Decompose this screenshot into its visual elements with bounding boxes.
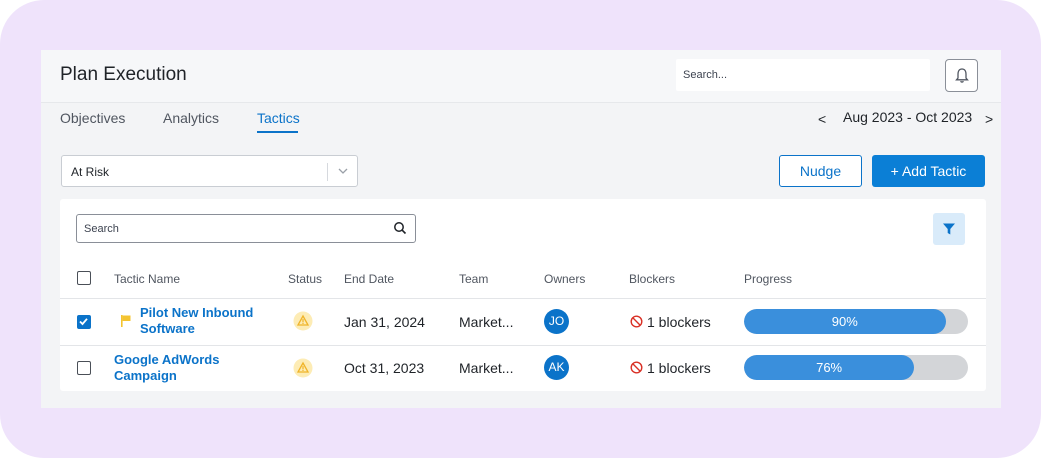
progress-label: 90% (831, 314, 858, 329)
column-header-progress[interactable]: Progress (744, 272, 792, 286)
funnel-icon (943, 223, 955, 235)
team-cell: Market... (459, 360, 514, 376)
row-divider (60, 345, 986, 346)
column-header-end-date[interactable]: End Date (344, 272, 394, 286)
tactic-name-line2: Software (140, 321, 195, 336)
blockers-cell[interactable]: 1 blockers (647, 360, 711, 376)
progress-bar: 90% (744, 309, 968, 334)
avatar[interactable]: AK (544, 355, 569, 380)
page-header: Plan Execution Search... (41, 50, 1001, 102)
checkmark-icon (79, 318, 88, 326)
bell-icon (954, 68, 969, 83)
progress-label: 76% (816, 360, 843, 375)
end-date-cell: Jan 31, 2024 (344, 314, 425, 330)
warning-icon (293, 311, 313, 331)
select-all-checkbox[interactable] (77, 271, 91, 285)
tactic-name-link[interactable]: Google AdWords Campaign (114, 352, 219, 384)
blockers-cell[interactable]: 1 blockers (647, 314, 711, 330)
end-date-cell: Oct 31, 2023 (344, 360, 425, 376)
column-header-status[interactable]: Status (288, 272, 322, 286)
next-period-button[interactable]: > (985, 111, 993, 127)
add-tactic-button[interactable]: + Add Tactic (872, 155, 985, 187)
select-divider (327, 163, 328, 181)
tactics-table-card: Search Tactic Name Status End Date Team … (60, 199, 986, 391)
warning-icon (293, 358, 313, 378)
tactic-name-line2: Campaign (114, 368, 177, 383)
chevron-down-icon (338, 168, 348, 174)
tab-objectives[interactable]: Objectives (60, 110, 125, 126)
tactic-name-link[interactable]: Pilot New Inbound Software (140, 305, 253, 337)
blocked-icon (630, 315, 643, 328)
flag-icon (121, 315, 131, 327)
table-search-placeholder: Search (84, 223, 119, 235)
tactic-name-line1: Google AdWords (114, 352, 220, 367)
page-title: Plan Execution (60, 64, 187, 85)
row-checkbox-checked[interactable] (77, 315, 91, 329)
row-checkbox[interactable] (77, 361, 91, 375)
filter-button[interactable] (933, 213, 965, 245)
global-search-input[interactable]: Search... (676, 59, 930, 91)
tab-tactics[interactable]: Tactics (257, 110, 300, 126)
tabs-bar: Objectives Analytics Tactics < Aug 2023 … (41, 102, 1001, 134)
header-divider (60, 298, 986, 299)
tab-analytics[interactable]: Analytics (163, 110, 219, 126)
team-cell: Market... (459, 314, 514, 330)
active-tab-indicator (257, 131, 298, 133)
avatar[interactable]: JO (544, 309, 569, 334)
notifications-button[interactable] (945, 59, 978, 92)
blocked-icon (630, 361, 643, 374)
column-header-owners[interactable]: Owners (544, 272, 585, 286)
status-filter-value: At Risk (71, 165, 110, 179)
column-header-tactic-name[interactable]: Tactic Name (114, 272, 180, 286)
prev-period-button[interactable]: < (818, 111, 826, 127)
search-icon (394, 222, 407, 235)
date-range-label: Aug 2023 - Oct 2023 (843, 109, 973, 125)
nudge-button[interactable]: Nudge (779, 155, 862, 187)
column-header-team[interactable]: Team (459, 272, 488, 286)
tactic-name-line1: Pilot New Inbound (140, 305, 254, 320)
plan-execution-app: Plan Execution Search... Objectives Anal… (41, 50, 1001, 408)
background-frame: Plan Execution Search... Objectives Anal… (0, 0, 1041, 458)
status-filter-select[interactable]: At Risk (61, 155, 358, 187)
progress-bar: 76% (744, 355, 968, 380)
column-header-blockers[interactable]: Blockers (629, 272, 675, 286)
table-search-input[interactable]: Search (76, 214, 416, 243)
